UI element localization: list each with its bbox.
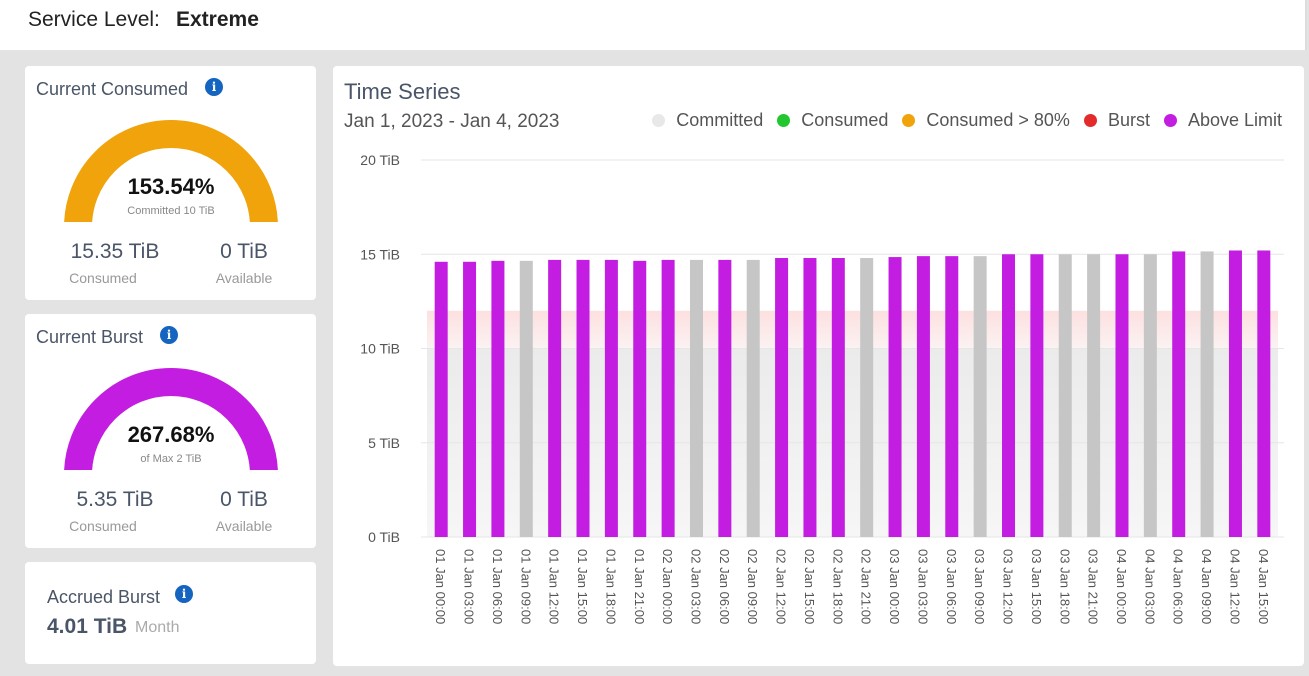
x-tick-label: 01 Jan 00:00 bbox=[433, 549, 448, 624]
bar bbox=[945, 256, 959, 537]
current-consumed-title: Current Consumed bbox=[36, 79, 189, 99]
x-tick-label: 03 Jan 09:00 bbox=[972, 549, 987, 624]
bar bbox=[718, 259, 732, 537]
bar bbox=[689, 259, 703, 537]
x-tick-label: 02 Jan 09:00 bbox=[745, 549, 760, 624]
bar bbox=[860, 258, 874, 537]
x-tick-label: 03 Jan 03:00 bbox=[915, 549, 930, 624]
info-icon[interactable]: i bbox=[175, 585, 193, 603]
current-consumed-percent: 153.54% bbox=[127, 174, 215, 199]
x-tick-label: 01 Jan 15:00 bbox=[575, 549, 590, 624]
service-level-label: Service Level: bbox=[28, 8, 160, 31]
x-tick-label: 02 Jan 15:00 bbox=[802, 549, 817, 624]
x-tick-label: 04 Jan 15:00 bbox=[1256, 549, 1271, 624]
bar bbox=[831, 258, 845, 537]
bar bbox=[1058, 254, 1072, 537]
bar bbox=[604, 259, 618, 537]
current-consumed-gauge bbox=[64, 120, 278, 222]
bar bbox=[576, 259, 590, 537]
info-icon[interactable]: i bbox=[205, 78, 223, 96]
consumed-label: Consumed bbox=[69, 270, 137, 286]
burst-available-value: 0 TiB bbox=[220, 488, 268, 511]
time-series-chart: 0 TiB 5 TiB 10 TiB 15 TiB 20 TiB 01 Jan 00:00… bbox=[360, 152, 1284, 624]
service-level-value: Extreme bbox=[176, 8, 259, 31]
x-tick-label: 02 Jan 21:00 bbox=[859, 549, 874, 624]
x-tick-label: 01 Jan 09:00 bbox=[518, 549, 533, 624]
bar bbox=[1002, 254, 1016, 537]
bar bbox=[973, 256, 987, 537]
bar bbox=[1087, 254, 1101, 537]
accrued-burst-card: Accrued Burst i 4.01 TiB Month bbox=[25, 562, 316, 664]
x-tick-label: 04 Jan 00:00 bbox=[1114, 549, 1129, 624]
available-label: Available bbox=[215, 270, 273, 286]
bar bbox=[1115, 254, 1129, 537]
service-level-bar: Service Level: Extreme bbox=[0, 0, 1307, 50]
x-tick-label: 01 Jan 06:00 bbox=[490, 549, 505, 624]
x-tick-label: 04 Jan 12:00 bbox=[1227, 549, 1242, 624]
bar bbox=[434, 261, 448, 537]
bar bbox=[1200, 251, 1214, 538]
x-tick-label: 02 Jan 00:00 bbox=[660, 549, 675, 624]
current-burst-subtitle: of Max 2 TiB bbox=[140, 453, 202, 465]
bar bbox=[803, 258, 817, 537]
available-value: 0 TiB bbox=[220, 240, 268, 263]
x-tick-label: 01 Jan 03:00 bbox=[462, 549, 477, 624]
y-tick-label: 10 TiB bbox=[360, 341, 400, 357]
x-tick-label: 01 Jan 21:00 bbox=[632, 549, 647, 624]
current-consumed-card: Current Consumed i 153.54% Committed 10 … bbox=[25, 66, 316, 300]
burst-consumed-label: Consumed bbox=[69, 518, 137, 534]
bar bbox=[1228, 250, 1242, 538]
x-tick-label: 03 Jan 21:00 bbox=[1086, 549, 1101, 624]
x-tick-label: 02 Jan 12:00 bbox=[774, 549, 789, 624]
accrued-burst-value: 4.01 TiB bbox=[47, 615, 128, 638]
bar bbox=[1172, 251, 1186, 538]
consumed-value: 15.35 TiB bbox=[70, 240, 160, 263]
bar bbox=[1030, 254, 1044, 537]
bar bbox=[1143, 254, 1157, 537]
current-burst-card: Current Burst i 267.68% of Max 2 TiB 5.3… bbox=[25, 314, 316, 548]
x-tick-label: 04 Jan 09:00 bbox=[1199, 549, 1214, 624]
current-burst-percent: 267.68% bbox=[127, 422, 215, 447]
time-series-card: Time Series Jan 1, 2023 - Jan 4, 2023 Co… bbox=[333, 66, 1304, 666]
y-tick-label: 20 TiB bbox=[360, 152, 400, 168]
bar bbox=[916, 256, 930, 537]
x-tick-label: 03 Jan 06:00 bbox=[944, 549, 959, 624]
x-tick-label: 01 Jan 12:00 bbox=[547, 549, 562, 624]
x-tick-label: 03 Jan 15:00 bbox=[1029, 549, 1044, 624]
bar bbox=[1257, 250, 1271, 538]
accrued-burst-period: Month bbox=[135, 619, 180, 636]
x-tick-label: 04 Jan 06:00 bbox=[1171, 549, 1186, 624]
accrued-burst-title: Accrued Burst bbox=[47, 587, 161, 607]
burst-available-label: Available bbox=[215, 518, 273, 534]
bar bbox=[775, 258, 789, 537]
x-tick-label: 03 Jan 12:00 bbox=[1001, 549, 1016, 624]
bar bbox=[491, 260, 505, 537]
x-tick-label: 04 Jan 03:00 bbox=[1142, 549, 1157, 624]
x-tick-label: 02 Jan 03:00 bbox=[688, 549, 703, 624]
x-tick-label: 01 Jan 18:00 bbox=[603, 549, 618, 624]
bar bbox=[463, 261, 477, 537]
y-tick-label: 5 TiB bbox=[368, 435, 400, 451]
x-tick-label: 02 Jan 18:00 bbox=[830, 549, 845, 624]
y-tick-label: 0 TiB bbox=[368, 529, 400, 545]
current-burst-gauge bbox=[64, 368, 278, 470]
bar bbox=[633, 260, 647, 537]
y-tick-label: 15 TiB bbox=[360, 246, 400, 262]
bar bbox=[746, 259, 760, 537]
bar bbox=[661, 259, 675, 537]
bar bbox=[548, 259, 562, 537]
current-consumed-subtitle: Committed 10 TiB bbox=[127, 205, 215, 217]
burst-consumed-value: 5.35 TiB bbox=[76, 488, 154, 511]
current-burst-title: Current Burst bbox=[36, 327, 144, 347]
bar bbox=[519, 260, 533, 537]
x-tick-label: 03 Jan 00:00 bbox=[887, 549, 902, 624]
info-icon[interactable]: i bbox=[160, 326, 178, 344]
x-tick-label: 03 Jan 18:00 bbox=[1057, 549, 1072, 624]
x-tick-label: 02 Jan 06:00 bbox=[717, 549, 732, 624]
bar bbox=[888, 257, 902, 537]
